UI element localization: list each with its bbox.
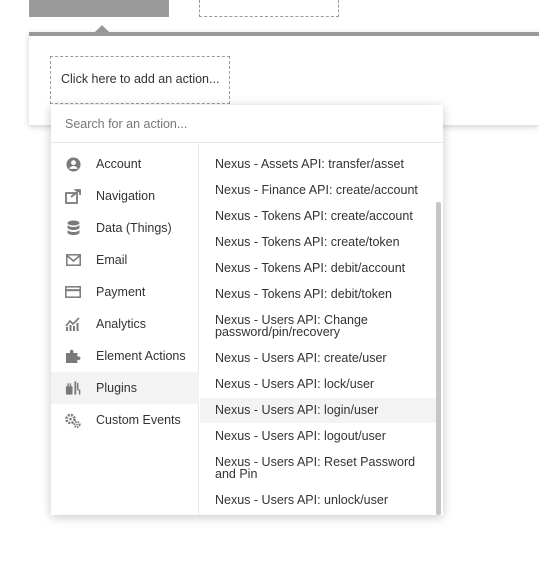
envelope-icon [65, 252, 81, 268]
category-payment[interactable]: Payment [51, 276, 199, 308]
action-item[interactable]: Nexus - Finance API: create/account [200, 184, 436, 197]
action-item[interactable]: Nexus - Assets API: transfer/asset [200, 158, 436, 171]
chart-icon [65, 316, 81, 332]
element-block[interactable] [29, 0, 169, 17]
category-label: Account [96, 157, 142, 171]
action-item[interactable]: Nexus - Users API: create/user [200, 352, 436, 365]
category-data-things[interactable]: Data (Things) [51, 212, 199, 244]
puzzle-icon [65, 348, 81, 364]
action-item[interactable]: Nexus - Tokens API: create/account [200, 210, 436, 223]
action-item[interactable]: Nexus - Users API: logout/user [200, 430, 436, 443]
action-item[interactable]: Nexus - Users API: lock/user [200, 378, 436, 391]
action-search-input[interactable] [51, 105, 443, 142]
category-label: Email [96, 253, 128, 267]
action-item[interactable]: Nexus - Tokens API: debit/token [200, 288, 436, 301]
user-circle-icon [65, 156, 81, 172]
action-list-scrollbar[interactable] [436, 202, 441, 515]
category-label: Navigation [96, 189, 156, 203]
category-email[interactable]: Email [51, 244, 199, 276]
category-label: Custom Events [96, 413, 181, 427]
category-label: Analytics [96, 317, 147, 331]
category-list: Account Navigation Data (Things) Email P… [51, 144, 199, 515]
category-navigation[interactable]: Navigation [51, 180, 199, 212]
plug-icon [65, 380, 81, 396]
credit-card-icon [65, 284, 81, 300]
empty-element-slot[interactable] [199, 0, 339, 17]
category-analytics[interactable]: Analytics [51, 308, 199, 340]
action-dropdown: Account Navigation Data (Things) Email P… [51, 105, 443, 515]
action-item[interactable]: Nexus - Users API: Reset Password and Pi… [200, 456, 430, 481]
action-search-box [51, 105, 443, 143]
gears-icon [65, 412, 81, 428]
category-custom-events[interactable]: Custom Events [51, 404, 199, 436]
panel-caret [95, 25, 109, 32]
category-label: Payment [96, 285, 146, 299]
action-item[interactable]: Nexus - Tokens API: debit/account [200, 262, 436, 275]
action-item[interactable]: Nexus - Users API: login/user [200, 398, 436, 423]
category-plugins[interactable]: Plugins [51, 372, 199, 404]
category-account[interactable]: Account [51, 148, 199, 180]
action-item[interactable]: Nexus - Users API: Change password/pin/r… [200, 314, 430, 339]
add-action-button[interactable]: Click here to add an action... [50, 56, 230, 104]
database-icon [65, 220, 81, 236]
category-element-actions[interactable]: Element Actions [51, 340, 199, 372]
external-link-icon [65, 188, 81, 204]
category-label: Plugins [96, 381, 137, 395]
category-label: Element Actions [96, 349, 186, 363]
action-item[interactable]: Nexus - Tokens API: create/token [200, 236, 436, 249]
action-list: Nexus - Assets API: transfer/asset Nexus… [200, 144, 443, 515]
category-label: Data (Things) [96, 221, 172, 235]
action-item[interactable]: Nexus - Users API: unlock/user [200, 494, 436, 507]
